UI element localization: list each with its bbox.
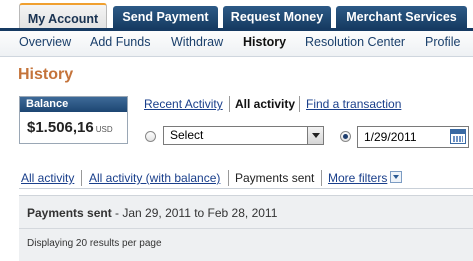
filter-all-activity[interactable]: All activity [21, 171, 74, 185]
results-date-range: - Jan 29, 2011 to Feb 28, 2011 [111, 206, 278, 220]
find-transaction-link[interactable]: Find a transaction [306, 97, 401, 111]
calendar-icon[interactable] [450, 129, 466, 144]
main-tab-bar: My Account Send Payment Request Money Me… [0, 0, 473, 29]
date-radio[interactable] [340, 131, 351, 142]
subnav-withdraw[interactable]: Withdraw [171, 35, 223, 49]
subnav-resolution-center[interactable]: Resolution Center [305, 35, 405, 49]
balance-label: Balance [20, 97, 127, 112]
all-activity-current: All activity [235, 97, 296, 111]
balance-box: Balance $1.506,16 USD [19, 96, 128, 144]
results-panel: Payments sent - Jan 29, 2011 to Feb 28, … [19, 195, 473, 261]
recent-activity-link[interactable]: Recent Activity [144, 97, 223, 111]
tab-merchant-services[interactable]: Merchant Services [336, 6, 467, 28]
date-value: 1/29/2011 [364, 130, 417, 144]
chevron-down-icon[interactable] [390, 171, 402, 183]
dropdown-arrow-icon[interactable] [307, 127, 323, 144]
more-filters-link[interactable]: More filters [328, 171, 387, 185]
results-per-page-text: Displaying 20 results per page [27, 238, 162, 249]
tab-request-money[interactable]: Request Money [223, 6, 331, 28]
divider [228, 170, 229, 186]
results-divider [19, 228, 473, 229]
date-input[interactable]: 1/29/2011 [357, 126, 469, 148]
subnav-add-funds[interactable]: Add Funds [90, 35, 150, 49]
filter-tabs-underline [19, 188, 473, 189]
page-title: History [18, 66, 74, 83]
tab-send-payment[interactable]: Send Payment [113, 6, 218, 28]
tab-my-account[interactable]: My Account [19, 3, 107, 29]
subnav-history[interactable]: History [243, 35, 286, 49]
select-value: Select [170, 128, 204, 142]
results-header: Payments sent - Jan 29, 2011 to Feb 28, … [27, 206, 277, 220]
balance-amount: $1.506,16 USD [27, 119, 113, 136]
select-radio[interactable] [145, 131, 156, 142]
balance-currency: USD [95, 125, 113, 134]
activity-type-select[interactable]: Select [163, 126, 324, 145]
subnav-profile[interactable]: Profile [425, 35, 460, 49]
filter-all-activity-with-balance[interactable]: All activity (with balance) [89, 171, 220, 185]
filter-payments-sent: Payments sent [235, 171, 315, 185]
sub-navigation: Overview Add Funds Withdraw History Reso… [0, 31, 473, 57]
divider [229, 96, 230, 112]
results-title: Payments sent [27, 206, 112, 220]
divider [321, 170, 322, 186]
subnav-overview[interactable]: Overview [19, 35, 71, 49]
divider [299, 96, 300, 112]
balance-value: $1.506,16 [27, 119, 94, 136]
divider [81, 170, 82, 186]
